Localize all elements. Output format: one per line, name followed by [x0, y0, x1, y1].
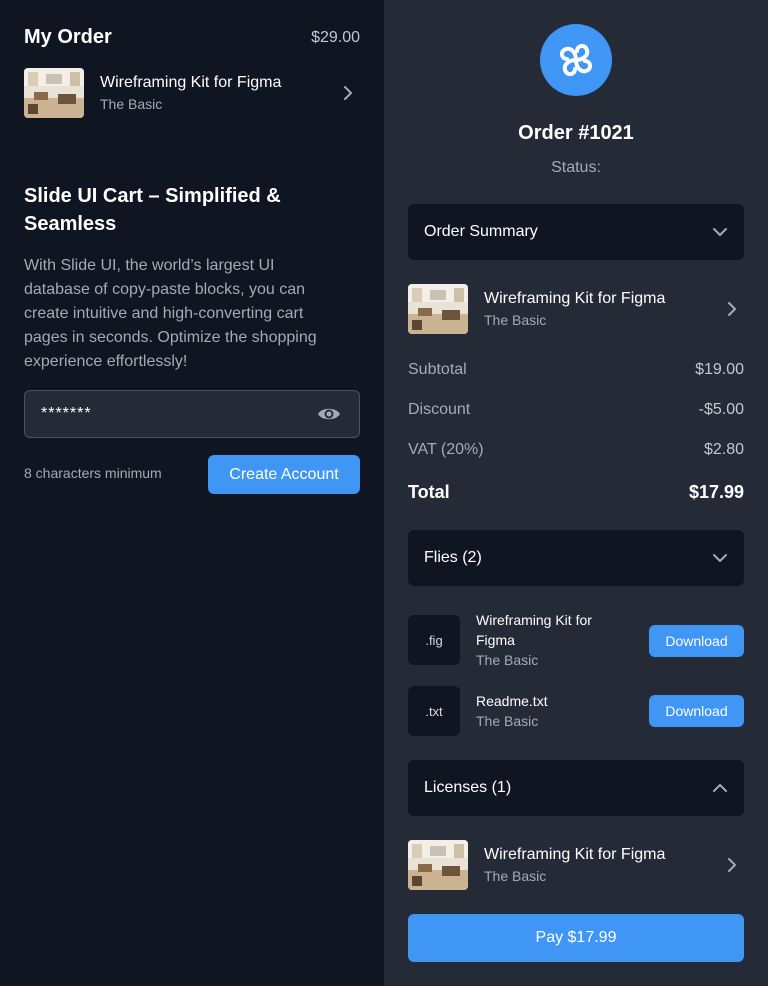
file-name: Wireframing Kit for Figma	[476, 612, 592, 648]
file-ext-badge: .txt	[408, 686, 460, 736]
file-ext-badge: .fig	[408, 615, 460, 665]
promo-description: With Slide UI, the world’s largest UI da…	[24, 257, 317, 370]
order-price: $29.00	[311, 29, 360, 46]
order-status: Status:	[551, 159, 601, 176]
chevron-right-icon[interactable]	[340, 85, 356, 101]
order-summary-accordion[interactable]: Order Summary	[408, 204, 744, 260]
file-variant: The Basic	[476, 713, 539, 729]
order-number: Order #1021	[518, 122, 634, 144]
order-item-name: Wireframing Kit for Figma	[100, 74, 282, 91]
chevron-right-icon[interactable]	[724, 301, 740, 317]
license-item-name: Wireframing Kit for Figma	[484, 846, 666, 863]
vat-value: $2.80	[703, 441, 744, 458]
file-variant: The Basic	[476, 652, 539, 668]
password-field[interactable]	[24, 390, 360, 438]
total-value: $17.99	[688, 482, 744, 502]
chevron-up-icon	[712, 780, 728, 796]
product-thumbnail	[408, 284, 468, 334]
vat-label: VAT (20%)	[408, 441, 484, 458]
chevron-down-icon	[712, 550, 728, 566]
password-hint: 8 characters minimum	[24, 465, 162, 481]
file-item: .txt Readme.txt The Basic Download	[408, 686, 744, 736]
discount-row: Discount -$5.00	[408, 401, 744, 419]
product-thumbnail	[24, 68, 84, 118]
chevron-right-icon[interactable]	[724, 857, 740, 873]
licenses-accordion[interactable]: Licenses (1)	[408, 760, 744, 816]
eye-icon[interactable]	[317, 404, 341, 424]
files-label: Flies (2)	[424, 549, 482, 566]
file-name: Readme.txt	[476, 693, 548, 709]
summary-panel: Order #1021 Status: Order Summary Wirefr…	[384, 0, 768, 986]
files-accordion[interactable]: Flies (2)	[408, 530, 744, 586]
total-label: Total	[408, 482, 450, 502]
password-input[interactable]	[41, 391, 301, 437]
order-title: My Order	[24, 26, 112, 48]
chevron-down-icon	[712, 224, 728, 240]
brand-logo-icon	[540, 24, 612, 96]
license-item[interactable]: Wireframing Kit for Figma The Basic	[408, 840, 665, 890]
summary-item-name: Wireframing Kit for Figma	[484, 290, 666, 307]
summary-item[interactable]: Wireframing Kit for Figma The Basic	[408, 284, 665, 334]
order-panel: My Order $29.00 Wireframing Kit for Figm…	[0, 0, 384, 986]
order-summary-label: Order Summary	[424, 223, 538, 240]
order-item[interactable]: Wireframing Kit for Figma The Basic	[24, 68, 281, 118]
subtotal-row: Subtotal $19.00	[408, 361, 744, 379]
summary-item-variant: The Basic	[484, 312, 547, 328]
license-item-variant: The Basic	[484, 868, 547, 884]
subtotal-value: $19.00	[695, 361, 744, 378]
create-account-button[interactable]: Create Account	[208, 455, 360, 494]
discount-label: Discount	[408, 401, 471, 418]
licenses-label: Licenses (1)	[424, 779, 512, 796]
pay-button[interactable]: Pay $17.99	[408, 914, 744, 962]
total-row: Total $17.99	[408, 482, 744, 503]
subtotal-label: Subtotal	[408, 361, 467, 378]
download-button[interactable]: Download	[649, 625, 744, 657]
product-thumbnail	[408, 840, 468, 890]
promo-heading: Slide UI Cart – Simplified & Seamless	[24, 185, 281, 235]
discount-value: -$5.00	[698, 401, 744, 418]
file-item: .fig Wireframing Kit for Figma The Basic…	[408, 610, 744, 670]
order-item-variant: The Basic	[100, 96, 163, 112]
vat-row: VAT (20%) $2.80	[408, 441, 744, 459]
download-button[interactable]: Download	[649, 695, 744, 727]
